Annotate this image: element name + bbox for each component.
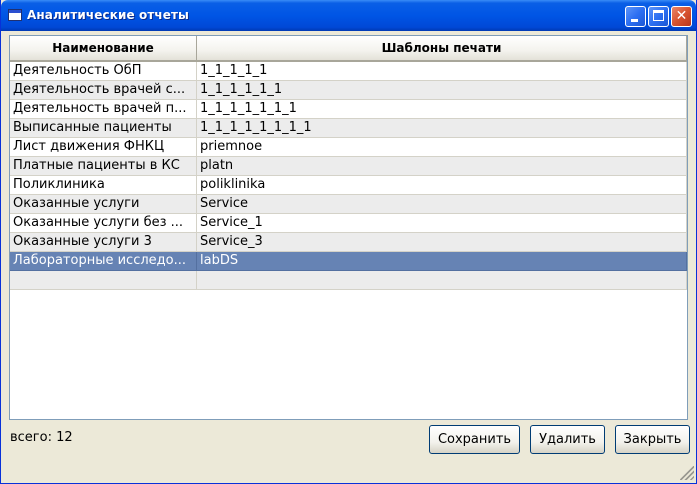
cell-name[interactable]: Лабораторные исследо...	[10, 252, 197, 271]
table-row[interactable]: Платные пациенты в КС platn	[10, 157, 687, 176]
table-row[interactable]	[10, 271, 687, 290]
close-window-button[interactable]: ✕	[671, 6, 692, 27]
minimize-button[interactable]	[625, 6, 646, 27]
table-row[interactable]: Поликлиника poliklinika	[10, 176, 687, 195]
table-row[interactable]: Деятельность врачей с... 1_1_1_1_1_1	[10, 81, 687, 100]
cell-template[interactable]: labDS	[197, 252, 687, 271]
cell-template[interactable]: 1_1_1_1_1	[197, 62, 687, 81]
table-row[interactable]: Оказанные услуги без ... Service_1	[10, 214, 687, 233]
table-row[interactable]: Оказанные услуги 3 Service_3	[10, 233, 687, 252]
cell-name[interactable]: Деятельность врачей п...	[10, 100, 197, 119]
cell-name[interactable]: Платные пациенты в КС	[10, 157, 197, 176]
app-window-icon	[8, 9, 22, 21]
table-row[interactable]: Лист движения ФНКЦ priemnoe	[10, 138, 687, 157]
cell-template[interactable]: 1_1_1_1_1_1	[197, 81, 687, 100]
cell-name[interactable]: Оказанные услуги	[10, 195, 197, 214]
close-icon: ✕	[675, 8, 688, 24]
table-row[interactable]: Деятельность врачей п... 1_1_1_1_1_1_1	[10, 100, 687, 119]
table-row[interactable]: Выписанные пациенты 1_1_1_1_1_1_1_1	[10, 119, 687, 138]
table-row[interactable]: Лабораторные исследо... labDS	[10, 252, 687, 271]
reports-table[interactable]: Наименование Шаблоны печати Деятельность…	[9, 35, 688, 420]
cell-name[interactable]: Деятельность врачей с...	[10, 81, 197, 100]
table-row[interactable]: Деятельность ОбП 1_1_1_1_1	[10, 62, 687, 81]
close-button[interactable]: Закрыть	[615, 425, 690, 454]
cell-template[interactable]: Service_1	[197, 214, 687, 233]
maximize-icon	[653, 10, 664, 21]
cell-name[interactable]: Деятельность ОбП	[10, 62, 197, 81]
cell-template[interactable]: platn	[197, 157, 687, 176]
cell-template[interactable]: priemnoe	[197, 138, 687, 157]
cell-name[interactable]: Лист движения ФНКЦ	[10, 138, 197, 157]
total-count: всего: 12	[10, 430, 73, 445]
cell-template[interactable]: Service_3	[197, 233, 687, 252]
title-bar[interactable]: Аналитические отчеты ✕	[1, 0, 696, 31]
minimize-icon	[631, 19, 638, 22]
column-header-templates[interactable]: Шаблоны печати	[197, 36, 687, 62]
cell-name[interactable]: Поликлиника	[10, 176, 197, 195]
delete-button[interactable]: Удалить	[530, 425, 605, 454]
table-row[interactable]: Оказанные услуги Service	[10, 195, 687, 214]
cell-name[interactable]: Оказанные услуги без ...	[10, 214, 197, 233]
cell-template[interactable]: 1_1_1_1_1_1_1_1	[197, 119, 687, 138]
column-header-name[interactable]: Наименование	[10, 36, 197, 62]
cell-name[interactable]: Оказанные услуги 3	[10, 233, 197, 252]
save-button[interactable]: Сохранить	[429, 425, 520, 454]
cell-template[interactable]: poliklinika	[197, 176, 687, 195]
report-window: Аналитические отчеты ✕ Наименование Шабл…	[0, 0, 697, 484]
cell-name[interactable]: Выписанные пациенты	[10, 119, 197, 138]
resize-grip-icon[interactable]	[680, 466, 694, 480]
cell-template[interactable]	[197, 271, 687, 290]
cell-name[interactable]	[10, 271, 197, 290]
cell-template[interactable]: 1_1_1_1_1_1_1	[197, 100, 687, 119]
cell-template[interactable]: Service	[197, 195, 687, 214]
window-title: Аналитические отчеты	[27, 8, 189, 22]
maximize-button[interactable]	[648, 6, 669, 27]
